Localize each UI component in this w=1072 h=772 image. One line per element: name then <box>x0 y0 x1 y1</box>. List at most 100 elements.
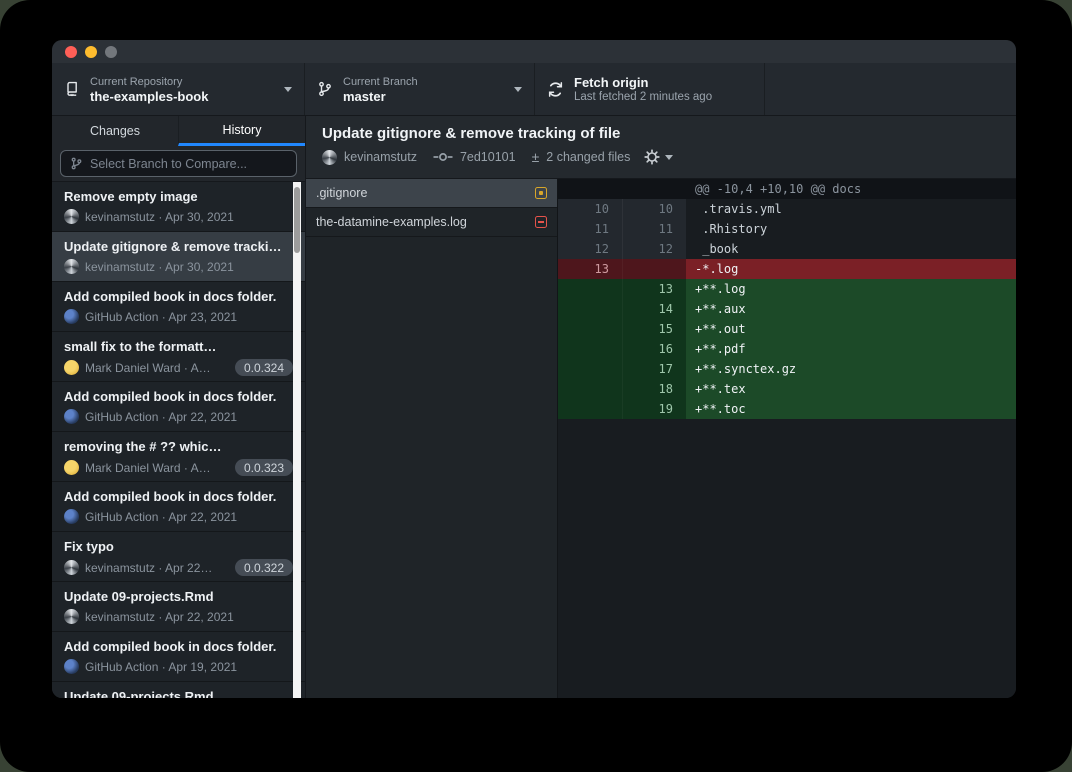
diff-line-text: +**.synctex.gz <box>686 359 1016 379</box>
diff-old-line-number: 10 <box>558 199 622 219</box>
diff-line-text: .Rhistory <box>686 219 1016 239</box>
diff-new-line-number: 15 <box>622 319 686 339</box>
compare-placeholder: Select Branch to Compare... <box>90 157 247 171</box>
commit-list-item[interactable]: Remove empty image kevinamstutz · Apr 30… <box>52 182 305 232</box>
diff-view: @@ -10,4 +10,10 @@ docs 10 10 .travis.ym… <box>558 179 1016 698</box>
diff-options-button[interactable] <box>644 149 673 165</box>
diff-line: 17 +**.synctex.gz <box>558 359 1016 379</box>
fetch-origin-button[interactable]: Fetch origin Last fetched 2 minutes ago <box>535 63 765 115</box>
close-window-button[interactable] <box>65 46 77 58</box>
changed-file-row[interactable]: .gitignore <box>306 179 557 208</box>
diff-new-line-number <box>622 259 686 279</box>
diff-new-line-number: 18 <box>622 379 686 399</box>
branch-compare-input[interactable]: Select Branch to Compare... <box>60 150 297 177</box>
commit-list-item[interactable]: Update 09-projects.Rmd kevinamstutz · Ap… <box>52 582 305 632</box>
changed-files-count: 2 changed files <box>546 150 630 164</box>
current-branch-button[interactable]: Current Branch master <box>305 63 535 115</box>
changed-file-row[interactable]: the-datamine-examples.log <box>306 208 557 237</box>
current-branch-text: Current Branch master <box>343 75 504 104</box>
commit-title: Add compiled book in docs folder. <box>64 389 293 404</box>
commit-meta: GitHub Action · Apr 22, 2021 <box>85 410 237 424</box>
diff-line-text: +**.toc <box>686 399 1016 419</box>
commit-detail-header: Update gitignore & remove tracking of fi… <box>306 116 1016 179</box>
commit-list-item[interactable]: small fix to the formatt… Mark Daniel Wa… <box>52 332 305 382</box>
minimize-window-button[interactable] <box>85 46 97 58</box>
commit-title: Update 09-projects.Rmd <box>64 589 293 604</box>
commit-title: Update 09-projects.Rmd <box>64 689 293 698</box>
diff-line-text: +**.pdf <box>686 339 1016 359</box>
diff-line-text: @@ -10,4 +10,10 @@ docs <box>686 179 1016 199</box>
diff-line: 13 -*.log <box>558 259 1016 279</box>
scrollbar-track[interactable] <box>293 182 301 698</box>
diff-line-text: _book <box>686 239 1016 259</box>
diff-old-line-number: 11 <box>558 219 622 239</box>
file-name: .gitignore <box>316 186 527 200</box>
commit-meta: GitHub Action · Apr 23, 2021 <box>85 310 237 324</box>
commit-list-item[interactable]: Add compiled book in docs folder. GitHub… <box>52 632 305 682</box>
commit-list-item[interactable]: Add compiled book in docs folder. GitHub… <box>52 282 305 332</box>
fetch-origin-text: Fetch origin Last fetched 2 minutes ago <box>574 75 752 104</box>
diff-new-line-number <box>622 179 686 199</box>
diff-old-line-number <box>558 179 622 199</box>
commit-sha[interactable]: 7ed10101 <box>460 150 516 164</box>
author-avatar <box>64 560 79 575</box>
commit-meta: GitHub Action · Apr 19, 2021 <box>85 660 237 674</box>
commit-list-item[interactable]: removing the # ?? whic… Mark Daniel Ward… <box>52 432 305 482</box>
commit-title: removing the # ?? whic… <box>64 439 293 454</box>
diff-line: 12 12 _book <box>558 239 1016 259</box>
diff-old-line-number: 12 <box>558 239 622 259</box>
diff-new-line-number: 12 <box>622 239 686 259</box>
zoom-window-button[interactable] <box>105 46 117 58</box>
fetch-subtitle: Last fetched 2 minutes ago <box>574 90 752 104</box>
chevron-down-icon <box>284 87 292 92</box>
repository-name: the-examples-book <box>90 89 274 104</box>
commit-title: small fix to the formatt… <box>64 339 293 354</box>
window-titlebar[interactable] <box>52 40 1016 63</box>
diff-new-line-number: 19 <box>622 399 686 419</box>
diff-old-line-number <box>558 299 622 319</box>
author-avatar <box>64 609 79 624</box>
diff-old-line-number <box>558 359 622 379</box>
tab-changes[interactable]: Changes <box>52 116 178 146</box>
commit-list-item[interactable]: Update 09-projects.Rmd <box>52 682 305 698</box>
repo-icon <box>64 81 80 97</box>
diff-new-line-number: 11 <box>622 219 686 239</box>
desktop-background: Current Repository the-examples-book Cur… <box>0 0 1072 772</box>
diff-line: 14 +**.aux <box>558 299 1016 319</box>
scrollbar-thumb[interactable] <box>294 187 300 253</box>
commit-meta: kevinamstutz · Apr 22… <box>85 561 212 575</box>
commit-list-item[interactable]: Update gitignore & remove tracki… kevina… <box>52 232 305 282</box>
version-badge: 0.0.324 <box>235 359 293 376</box>
author-avatar <box>64 659 79 674</box>
author-avatar <box>322 150 337 165</box>
diff-line: 19 +**.toc <box>558 399 1016 419</box>
branch-label: Current Branch <box>343 75 504 89</box>
current-repository-text: Current Repository the-examples-book <box>90 75 274 104</box>
chevron-down-icon <box>514 87 522 92</box>
diff-old-line-number <box>558 279 622 299</box>
branch-icon <box>70 157 83 170</box>
sync-icon <box>547 81 564 98</box>
commit-list-item[interactable]: Add compiled book in docs folder. GitHub… <box>52 382 305 432</box>
commit-title: Fix typo <box>64 539 293 554</box>
commit-detail-panel: Update gitignore & remove tracking of fi… <box>306 116 1016 698</box>
file-status-icon <box>535 187 547 199</box>
version-badge: 0.0.322 <box>235 559 293 576</box>
chevron-down-icon <box>665 155 673 160</box>
commit-list-item[interactable]: Fix typo kevinamstutz · Apr 22… 0.0.322 <box>52 532 305 582</box>
tab-history[interactable]: History <box>178 116 305 146</box>
commit-list-item[interactable]: Add compiled book in docs folder. GitHub… <box>52 482 305 532</box>
current-repository-button[interactable]: Current Repository the-examples-book <box>52 63 305 115</box>
gear-icon <box>644 149 660 165</box>
commit-list: Remove empty image kevinamstutz · Apr 30… <box>52 181 305 698</box>
commit-detail-body: .gitignore the-datamine-examples.log @@ … <box>306 179 1016 698</box>
commit-title-heading: Update gitignore & remove tracking of fi… <box>322 125 1000 142</box>
diff-old-line-number <box>558 379 622 399</box>
diff-line-text: +**.out <box>686 319 1016 339</box>
toolbar: Current Repository the-examples-book Cur… <box>52 63 1016 116</box>
commit-meta: kevinamstutz · Apr 30, 2021 <box>85 260 234 274</box>
commit-icon <box>433 151 453 163</box>
commit-author: kevinamstutz <box>344 150 417 164</box>
author-avatar <box>64 209 79 224</box>
diff-old-line-number: 13 <box>558 259 622 279</box>
